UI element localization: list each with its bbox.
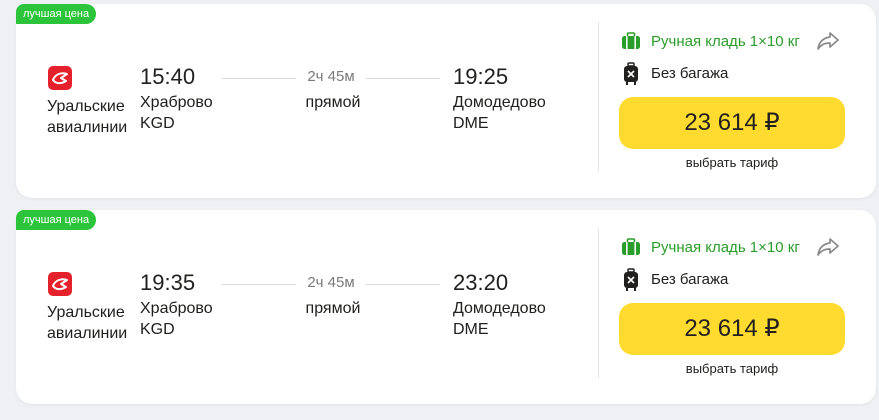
airline-name: Уральские авиалинии <box>47 304 128 342</box>
stops-info: прямой <box>305 94 361 111</box>
stops-info: прямой <box>305 300 361 317</box>
route-line <box>366 284 440 285</box>
price-button[interactable]: 23 614 ₽ <box>619 303 845 355</box>
departure-airport: Храброво <box>140 94 213 111</box>
card-divider <box>598 22 599 172</box>
arrival-time: 19:25 <box>453 64 509 89</box>
airline-logo-icon <box>48 66 72 90</box>
share-icon[interactable] <box>816 236 840 258</box>
flight-card[interactable]: лучшая цена Уральские авиалинии 15:40 Хр… <box>16 4 876 198</box>
baggage-label: Без багажа <box>651 65 729 82</box>
share-icon[interactable] <box>816 30 840 52</box>
arrival-airport: Домодедово <box>453 300 546 317</box>
flight-card[interactable]: лучшая цена Уральские авиалинии 19:35 Хр… <box>16 210 876 404</box>
card-divider <box>598 228 599 378</box>
flight-duration: 2ч 45м <box>307 68 355 85</box>
flight-duration: 2ч 45м <box>307 274 355 291</box>
choose-tariff-link[interactable]: выбрать тариф <box>619 360 845 378</box>
arrival-time: 23:20 <box>453 270 509 295</box>
hand-baggage-icon <box>622 32 640 49</box>
best-price-badge: лучшая цена <box>16 210 97 230</box>
hand-baggage-label: Ручная кладь 1×10 кг <box>651 239 800 256</box>
route-line <box>222 78 296 79</box>
departure-time: 19:35 <box>140 270 196 295</box>
no-baggage-icon <box>624 62 638 85</box>
departure-code: KGD <box>140 115 175 132</box>
departure-time: 15:40 <box>140 64 196 89</box>
departure-code: KGD <box>140 321 175 338</box>
route-line <box>222 284 296 285</box>
route-line <box>366 78 440 79</box>
arrival-airport: Домодедово <box>453 94 546 111</box>
hand-baggage-icon <box>622 238 640 255</box>
arrival-code: DME <box>453 115 489 132</box>
choose-tariff-link[interactable]: выбрать тариф <box>619 154 845 172</box>
baggage-label: Без багажа <box>651 271 729 288</box>
no-baggage-icon <box>624 268 638 291</box>
price-button[interactable]: 23 614 ₽ <box>619 97 845 149</box>
hand-baggage-label: Ручная кладь 1×10 кг <box>651 33 800 50</box>
airline-logo-icon <box>48 272 72 296</box>
arrival-code: DME <box>453 321 489 338</box>
departure-airport: Храброво <box>140 300 213 317</box>
best-price-badge: лучшая цена <box>16 4 97 24</box>
airline-name: Уральские авиалинии <box>47 98 128 136</box>
